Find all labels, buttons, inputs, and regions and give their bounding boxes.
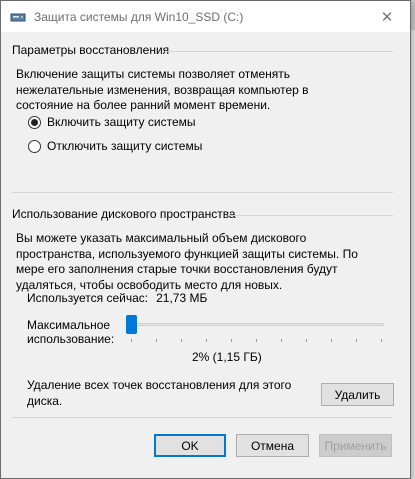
radio-button-unchecked[interactable] (28, 139, 41, 153)
group-divider (228, 215, 393, 216)
delete-button[interactable]: Удалить (321, 383, 394, 406)
enable-protection-radio[interactable]: Включить защиту системы (28, 115, 196, 129)
group-bottom-border (12, 192, 393, 193)
restore-description: Включение защиты системы позволяет отмен… (16, 67, 309, 112)
max-usage-label-line2: использование: (27, 331, 115, 346)
system-protection-dialog: Защита системы для Win10_SSD (C:) ✕ Пара… (0, 0, 411, 479)
slider-tick (131, 339, 132, 342)
apply-button[interactable]: Применить (319, 434, 392, 457)
current-usage-label: Используется сейчас: (27, 291, 149, 305)
disk-usage-header: Использование дискового пространства (12, 207, 236, 221)
slider-tick (281, 339, 282, 342)
slider-readout: 2% (1,15 ГБ) (192, 350, 262, 364)
drive-shield-icon (10, 9, 26, 25)
max-usage-label-line1: Максимальное (27, 318, 111, 332)
delete-description-line2: диска. (27, 393, 63, 408)
slider-tick (156, 339, 157, 342)
title-bar[interactable]: Защита системы для Win10_SSD (C:) ✕ (1, 1, 410, 32)
disable-protection-radio[interactable]: Отключить защиту системы (28, 139, 202, 153)
close-icon[interactable]: ✕ (364, 1, 410, 32)
group-bottom-border (12, 417, 393, 418)
max-usage-label: Максимальное использование: (27, 318, 115, 346)
disk-usage-description: Вы можете указать максимальный объем дис… (16, 231, 358, 292)
slider-tick (181, 339, 182, 342)
slider-tick (381, 339, 382, 342)
enable-protection-label: Включить защиту системы (47, 115, 196, 129)
disable-protection-label: Отключить защиту системы (47, 139, 203, 153)
radio-button-checked[interactable] (28, 115, 41, 129)
slider-tick (206, 339, 207, 342)
current-usage-row: Используется сейчас: 21,73 МБ (27, 291, 207, 305)
restore-settings-header: Параметры восстановления (12, 43, 170, 57)
slider-ticks (131, 339, 387, 342)
delete-description-line1: Удаление всех точек восстановления для э… (27, 378, 292, 392)
cancel-button[interactable]: Отмена (236, 434, 309, 457)
max-usage-slider-thumb[interactable] (126, 315, 137, 334)
window-title: Защита системы для Win10_SSD (C:) (34, 9, 244, 24)
slider-tick (356, 339, 357, 342)
group-divider (165, 51, 393, 52)
slider-tick (231, 339, 232, 342)
slider-tick (306, 339, 307, 342)
slider-tick (331, 339, 332, 342)
current-usage-value: 21,73 МБ (156, 291, 208, 305)
max-usage-slider-track[interactable] (128, 323, 384, 326)
delete-description: Удаление всех точек восстановления для э… (27, 378, 291, 409)
slider-tick (256, 339, 257, 342)
ok-button[interactable]: OK (154, 434, 226, 457)
